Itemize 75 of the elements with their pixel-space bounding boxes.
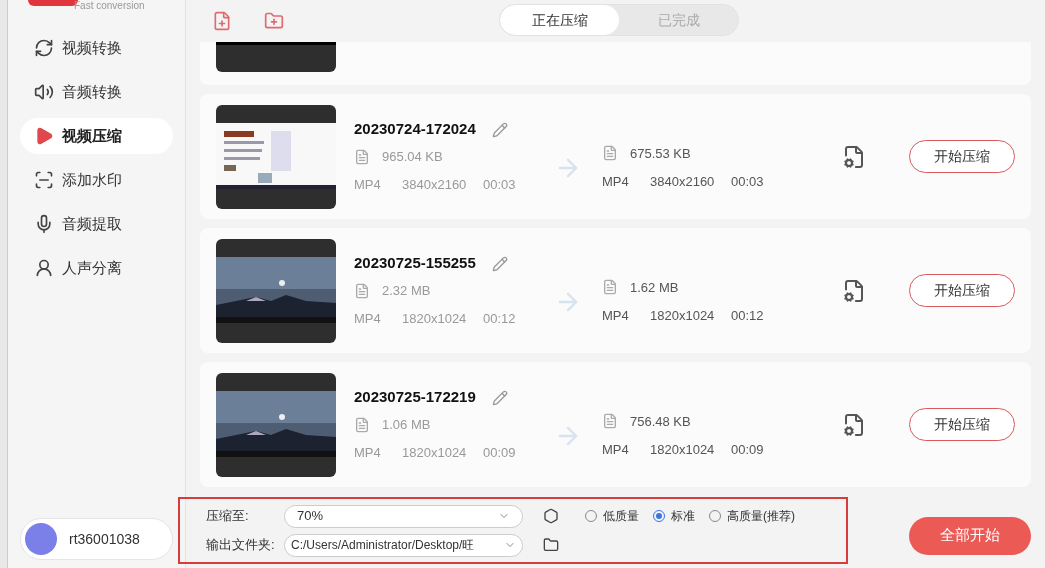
user-pill[interactable]: rt36001038 (20, 518, 173, 560)
file-format: MP4 (602, 173, 630, 191)
sidebar-label: 音频提取 (62, 213, 122, 234)
compress-label: 压缩至: (206, 507, 250, 526)
sidebar-label: 视频转换 (62, 37, 122, 58)
add-folder-icon[interactable] (264, 11, 284, 31)
file-icon (602, 413, 618, 430)
rename-icon[interactable] (491, 255, 508, 272)
file-format: MP4 (602, 307, 630, 325)
file-duration: 00:12 (731, 307, 764, 325)
file-name: 20230724-172024 (354, 119, 476, 140)
quality-radio[interactable]: 高质量(推荐) (709, 507, 795, 525)
sidebar-item[interactable]: 人声分离 (20, 250, 173, 286)
file-icon (354, 416, 370, 433)
file-resolution: 1820x1024 (650, 307, 716, 325)
file-icon (602, 279, 618, 296)
frame-icon (34, 170, 54, 190)
start-compress-button[interactable]: 开始压缩 (909, 140, 1015, 173)
quality-radio[interactable]: 标准 (653, 507, 695, 525)
sidebar-label: 添加水印 (62, 169, 122, 190)
file-duration: 00:09 (483, 444, 516, 463)
file-resolution: 1820x1024 (402, 310, 468, 329)
file-icon (602, 145, 618, 162)
file-settings-icon[interactable] (842, 278, 866, 303)
file-size: 2.32 MB (382, 281, 431, 300)
speaker-icon (34, 82, 54, 102)
add-file-icon[interactable] (212, 11, 232, 31)
file-resolution: 3840x2160 (650, 173, 716, 191)
play-icon (34, 126, 54, 146)
file-size: 1.62 MB (630, 278, 679, 297)
file-settings-icon[interactable] (842, 144, 866, 169)
start-compress-button[interactable]: 开始压缩 (909, 408, 1015, 441)
user-name: rt36001038 (69, 529, 140, 549)
sidebar-item[interactable]: 音频转换 (20, 74, 173, 110)
sidebar-item[interactable]: 音频提取 (20, 206, 173, 242)
quality-radio[interactable]: 低质量 (585, 507, 639, 525)
person-icon (34, 258, 54, 278)
rename-icon[interactable] (491, 121, 508, 138)
file-size: 965.04 KB (382, 147, 443, 166)
output-label: 输出文件夹: (206, 536, 276, 555)
file-size: 756.48 KB (630, 412, 691, 431)
sidebar-label: 视频压缩 (62, 125, 122, 146)
compress-dropdown[interactable]: 70% (284, 504, 523, 528)
file-size: 1.06 MB (382, 415, 431, 434)
folder-icon[interactable] (543, 537, 559, 553)
sidebar-item[interactable]: 视频压缩 (20, 118, 173, 154)
file-duration: 00:03 (483, 176, 516, 195)
sidebar-item[interactable]: 添加水印 (20, 162, 173, 198)
file-resolution: 1820x1024 (402, 444, 468, 463)
file-name: 20230725-172219 (354, 387, 476, 408)
file-resolution: 3840x2160 (402, 176, 468, 195)
file-name: 20230725-155255 (354, 253, 476, 274)
convert-icon (34, 38, 54, 58)
sidebar-item[interactable]: 视频转换 (20, 30, 173, 66)
microphone-icon (34, 214, 54, 234)
brand-tagline: Fast conversion (74, 0, 145, 12)
file-resolution: 1820x1024 (650, 441, 716, 459)
avatar-icon (25, 523, 57, 555)
file-icon (354, 282, 370, 299)
output-folder-field[interactable]: C:/Users/Administrator/Desktop/旺 (284, 533, 523, 557)
rename-icon[interactable] (491, 389, 508, 406)
file-format: MP4 (602, 441, 630, 459)
file-size: 675.53 KB (630, 144, 691, 163)
file-icon (354, 148, 370, 165)
tab[interactable]: 正在压缩 (500, 5, 619, 35)
file-duration: 00:03 (731, 173, 764, 191)
sidebar-label: 音频转换 (62, 81, 122, 102)
file-duration: 00:12 (483, 310, 516, 329)
sidebar-label: 人声分离 (62, 257, 122, 278)
file-settings-icon[interactable] (842, 412, 866, 437)
file-duration: 00:09 (731, 441, 764, 459)
start-compress-button[interactable]: 开始压缩 (909, 274, 1015, 307)
file-format: MP4 (354, 444, 382, 463)
file-format: MP4 (354, 310, 382, 329)
file-format: MP4 (354, 176, 382, 195)
